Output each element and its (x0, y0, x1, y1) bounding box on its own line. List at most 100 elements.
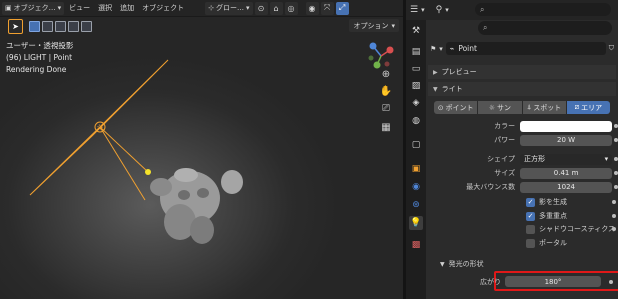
multiple-importance-checkbox-row[interactable]: ✓ 多重重点 (526, 210, 618, 222)
filter-icon[interactable]: ⚲ (436, 5, 443, 15)
pivot-icon[interactable]: ⊙ (254, 1, 268, 15)
cast-shadow-checkbox-row[interactable]: ✓ 影を生成 (526, 196, 618, 208)
chevron-down-icon[interactable]: ▾ (445, 6, 449, 14)
3d-viewport[interactable]: ▣ オブジェク… ▾ ビュー 選択 追加 オブジェクト ⊹ グロー… ▾ ⊙ ⌂… (0, 0, 403, 299)
tool-tab-icon[interactable]: ⚒ (409, 24, 423, 38)
object-name-field[interactable]: ⌁ Point (445, 42, 606, 55)
selection-toolbar: ➤ (0, 17, 403, 35)
light-panel-header[interactable]: ▼ ライト (428, 82, 616, 96)
view-layer-tab-icon[interactable]: ▨ (409, 79, 423, 93)
object-tab-icon[interactable]: ▣ (409, 162, 423, 176)
checkbox-unchecked-icon[interactable] (526, 224, 535, 234)
object-name-row: ⚑ ▾ ⌁ Point ⛉ (430, 41, 614, 56)
spread-row: 広がり 180° (476, 275, 618, 288)
menu-add[interactable]: 追加 (117, 3, 137, 13)
keyframe-dot-icon[interactable] (612, 214, 616, 218)
light-type-sun-button[interactable]: ☼ サン (478, 101, 523, 114)
checkbox-unchecked-icon[interactable] (526, 238, 535, 248)
pan-hand-icon[interactable]: ✋ (378, 83, 394, 99)
select-mode-invert-icon[interactable] (68, 20, 79, 32)
collection-tab-icon[interactable]: ▢ (409, 138, 423, 152)
chevron-down-icon: ▾ (246, 4, 250, 12)
keyframe-dot-icon[interactable] (614, 124, 618, 128)
menu-view[interactable]: ビュー (66, 3, 93, 13)
keyframe-dot-icon[interactable] (614, 157, 618, 161)
render-tab-icon[interactable]: ▤ (409, 45, 423, 59)
scene-tab-icon[interactable]: ◈ (409, 96, 423, 110)
camera-view-icon[interactable]: ⎚ (378, 100, 394, 116)
active-object-info: (96) LIGHT | Point (6, 53, 73, 62)
light-type-point-button[interactable]: ⊙ ポイント (434, 101, 479, 114)
orientation-icon: ⊹ (208, 4, 215, 12)
power-field[interactable]: 20 W (520, 134, 613, 146)
perspective-grid-icon[interactable]: ▦ (378, 119, 394, 135)
checkbox-checked-icon[interactable]: ✓ (526, 197, 535, 207)
object-mode-icon: ▣ (5, 4, 12, 12)
visibility-icon[interactable]: ◉ (305, 1, 319, 15)
menu-object[interactable]: オブジェクト (139, 3, 187, 13)
chevron-down-icon[interactable]: ▾ (421, 6, 425, 14)
keyframe-dot-icon[interactable] (612, 227, 616, 231)
spot-light-icon: ⍋ (527, 103, 532, 111)
viewport-header: ▣ オブジェク… ▾ ビュー 選択 追加 オブジェクト ⊹ グロー… ▾ ⊙ ⌂… (0, 0, 403, 17)
search-icon: ⌕ (483, 23, 488, 32)
keyframe-dot-icon[interactable] (612, 200, 616, 204)
shape-dropdown[interactable]: 正方形 ▾ (519, 153, 613, 165)
checkbox-checked-icon[interactable]: ✓ (526, 211, 535, 221)
pin-icon[interactable]: ⚑ (430, 45, 436, 53)
select-mode-intersect-icon[interactable] (81, 20, 92, 32)
chevron-down-icon: ▾ (604, 155, 609, 163)
size-field[interactable]: 0.41 m (520, 167, 613, 179)
snap-icon[interactable]: ⌂ (269, 1, 283, 15)
area-light-icon: ⧄ (574, 103, 580, 111)
constraints-tab-icon[interactable]: ⊛ (409, 198, 423, 212)
world-tab-icon[interactable]: ◍ (409, 114, 423, 128)
chevron-down-icon[interactable]: ▾ (439, 45, 443, 53)
suzanne-mesh (150, 168, 243, 244)
area-light-gizmo (29, 59, 169, 201)
properties-search-input[interactable]: ⌕ (478, 21, 612, 35)
keyframe-dot-icon[interactable] (609, 279, 613, 284)
texture-tab-icon[interactable]: ▩ (409, 238, 423, 252)
overlay-toggle-icon[interactable]: ⤢ (335, 1, 349, 15)
physics-tab-icon[interactable]: ◉ (409, 180, 423, 194)
beam-shape-subpanel-header[interactable]: ▼ 発光の形状 (440, 258, 484, 270)
light-type-selector: ⊙ ポイント ☼ サン ⍋ スポット ⧄ エリア (434, 101, 610, 114)
keyframe-dot-icon[interactable] (614, 185, 618, 189)
chevron-down-icon: ▾ (57, 4, 62, 12)
max-bounces-field[interactable]: 1024 (520, 181, 613, 193)
color-row: カラー (426, 120, 618, 132)
light-type-area-button[interactable]: ⧄ エリア (566, 101, 610, 114)
editor-type-icon[interactable]: ☰ (410, 5, 418, 15)
menu-select[interactable]: 選択 (95, 3, 115, 13)
light-type-spot-button[interactable]: ⍋ スポット (522, 101, 567, 114)
outliner-search-input[interactable]: ⌕ (475, 3, 611, 16)
light-target-point (145, 169, 151, 175)
portal-checkbox-row[interactable]: ポータル (526, 237, 618, 249)
options-dropdown[interactable]: オプション ▾ (349, 19, 399, 32)
select-mode-subtract-icon[interactable] (55, 20, 66, 32)
object-mode-dropdown[interactable]: ▣ オブジェク… ▾ (2, 1, 65, 15)
preview-panel-header[interactable]: ▶ プレビュー (428, 65, 616, 79)
select-cursor-icon[interactable]: ➤ (8, 18, 23, 34)
keyframe-dot-icon[interactable] (614, 171, 618, 175)
search-icon: ⌕ (480, 4, 485, 14)
zoom-icon[interactable]: ⊕ (378, 66, 394, 82)
properties-tab-bar: ⚒ ▤ ▭ ▨ ◈ ◍ ▢ ▣ ◉ ⊛ 💡 ▩ (406, 20, 426, 299)
spread-field[interactable]: 180° (505, 276, 601, 287)
output-tab-icon[interactable]: ▭ (409, 62, 423, 76)
select-mode-extend-icon[interactable] (42, 20, 53, 32)
transform-orientation-dropdown[interactable]: ⊹ グロー… ▾ (205, 1, 253, 15)
fake-user-shield-icon[interactable]: ⛉ (609, 44, 614, 53)
light-data-tab-icon[interactable]: 💡 (409, 216, 423, 230)
proportional-edit-icon[interactable]: ◎ (284, 1, 298, 15)
chevron-right-icon: ▶ (433, 68, 438, 76)
gizmo-toggle-icon[interactable]: ⤧ (320, 1, 334, 15)
keyframe-dot-icon[interactable] (614, 138, 618, 142)
chevron-down-icon: ▼ (440, 260, 445, 268)
view-name: ユーザー・透視投影 (6, 41, 74, 50)
select-mode-new-icon[interactable] (29, 20, 40, 32)
color-swatch[interactable] (520, 120, 613, 132)
shadow-caustics-checkbox-row[interactable]: シャドウコースティクス (526, 223, 618, 235)
viewport-info-overlay: ユーザー・透視投影 (96) LIGHT | Point Rendering D… (6, 40, 73, 76)
